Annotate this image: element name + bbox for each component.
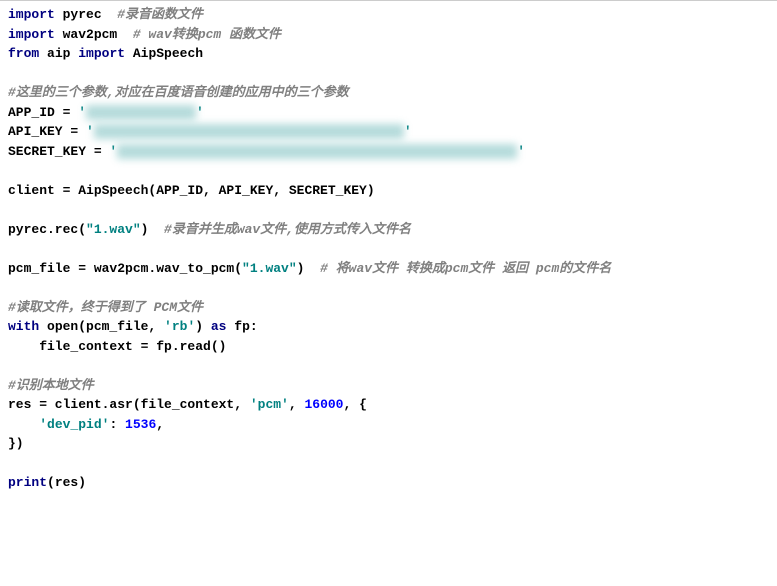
- call-close: ): [141, 222, 164, 237]
- code-line: with open(pcm_file, 'rb') as fp:: [8, 317, 769, 337]
- assignment: APP_ID =: [8, 105, 78, 120]
- identifier: fp:: [226, 319, 257, 334]
- dict-open: , {: [343, 397, 366, 412]
- comment: #识别本地文件: [8, 378, 94, 393]
- comment: # wav转换pcm 函数文件: [133, 27, 281, 42]
- assignment: API_KEY =: [8, 124, 86, 139]
- number-literal: 1536: [125, 417, 156, 432]
- call-close: ): [297, 261, 320, 276]
- string-literal: "1.wav": [86, 222, 141, 237]
- string-quote: ': [86, 124, 94, 139]
- string-quote: ': [196, 105, 204, 120]
- code-line: 'dev_pid': 1536,: [8, 415, 769, 435]
- statement: file_context = fp.read(): [8, 339, 226, 354]
- sep: :: [109, 417, 125, 432]
- statement: client = AipSpeech(APP_ID, API_KEY, SECR…: [8, 183, 375, 198]
- code-viewer: import pyrec #录音函数文件 import wav2pcm # wa…: [0, 0, 777, 586]
- keyword-import: import: [8, 7, 55, 22]
- code-line: pcm_file = wav2pcm.wav_to_pcm("1.wav") #…: [8, 259, 769, 279]
- comma: ,: [156, 417, 164, 432]
- code-line: pyrec.rec("1.wav") #录音并生成wav文件,使用方式传入文件名: [8, 220, 769, 240]
- string-quote: ': [517, 144, 525, 159]
- keyword-import: import: [78, 46, 125, 61]
- keyword-with: with: [8, 319, 39, 334]
- blank-line: [8, 454, 769, 474]
- code-line: }): [8, 434, 769, 454]
- string-literal: 'dev_pid': [39, 417, 109, 432]
- code-line: API_KEY = ' ': [8, 122, 769, 142]
- blank-line: [8, 161, 769, 181]
- code-line: import pyrec #录音函数文件: [8, 5, 769, 25]
- call: pcm_file = wav2pcm.wav_to_pcm(: [8, 261, 242, 276]
- module-name: aip: [39, 46, 78, 61]
- module-name: AipSpeech: [125, 46, 203, 61]
- module-name: wav2pcm: [55, 27, 133, 42]
- redacted-value: [117, 144, 517, 159]
- code-line: print(res): [8, 473, 769, 493]
- code-line: SECRET_KEY = ' ': [8, 142, 769, 162]
- string-literal: 'rb': [164, 319, 195, 334]
- code-line: #识别本地文件: [8, 376, 769, 396]
- code-line: file_context = fp.read(): [8, 337, 769, 357]
- keyword-print: print: [8, 475, 47, 490]
- code-line: import wav2pcm # wav转换pcm 函数文件: [8, 25, 769, 45]
- code-line: APP_ID = ' ': [8, 103, 769, 123]
- blank-line: [8, 239, 769, 259]
- blank-line: [8, 356, 769, 376]
- dict-close: }): [8, 436, 24, 451]
- assignment: SECRET_KEY =: [8, 144, 109, 159]
- comment: # 将wav文件 转换成pcm文件 返回 pcm的文件名: [320, 261, 611, 276]
- comment: #这里的三个参数,对应在百度语音创建的应用中的三个参数: [8, 85, 349, 100]
- blank-line: [8, 200, 769, 220]
- string-literal: 'pcm': [250, 397, 289, 412]
- comment: #读取文件，终于得到了 PCM文件: [8, 300, 203, 315]
- keyword-as: as: [211, 319, 227, 334]
- string-quote: ': [404, 124, 412, 139]
- call: (res): [47, 475, 86, 490]
- redacted-value: [94, 124, 404, 139]
- redacted-value: [86, 105, 196, 120]
- string-quote: ': [109, 144, 117, 159]
- call: pyrec.rec(: [8, 222, 86, 237]
- comment: #录音函数文件: [117, 7, 203, 22]
- blank-line: [8, 278, 769, 298]
- call: open(pcm_file,: [39, 319, 164, 334]
- code-line: #这里的三个参数,对应在百度语音创建的应用中的三个参数: [8, 83, 769, 103]
- string-literal: "1.wav": [242, 261, 297, 276]
- string-quote: ': [78, 105, 86, 120]
- blank-line: [8, 64, 769, 84]
- module-name: pyrec: [55, 7, 117, 22]
- code-line: res = client.asr(file_context, 'pcm', 16…: [8, 395, 769, 415]
- number-literal: 16000: [304, 397, 343, 412]
- comment: #录音并生成wav文件,使用方式传入文件名: [164, 222, 411, 237]
- keyword-import: import: [8, 27, 55, 42]
- sep: ,: [289, 397, 305, 412]
- keyword-from: from: [8, 46, 39, 61]
- code-line: #读取文件，终于得到了 PCM文件: [8, 298, 769, 318]
- code-line: client = AipSpeech(APP_ID, API_KEY, SECR…: [8, 181, 769, 201]
- indent: [8, 417, 39, 432]
- call: res = client.asr(file_context,: [8, 397, 250, 412]
- code-line: from aip import AipSpeech: [8, 44, 769, 64]
- call-close: ): [195, 319, 211, 334]
